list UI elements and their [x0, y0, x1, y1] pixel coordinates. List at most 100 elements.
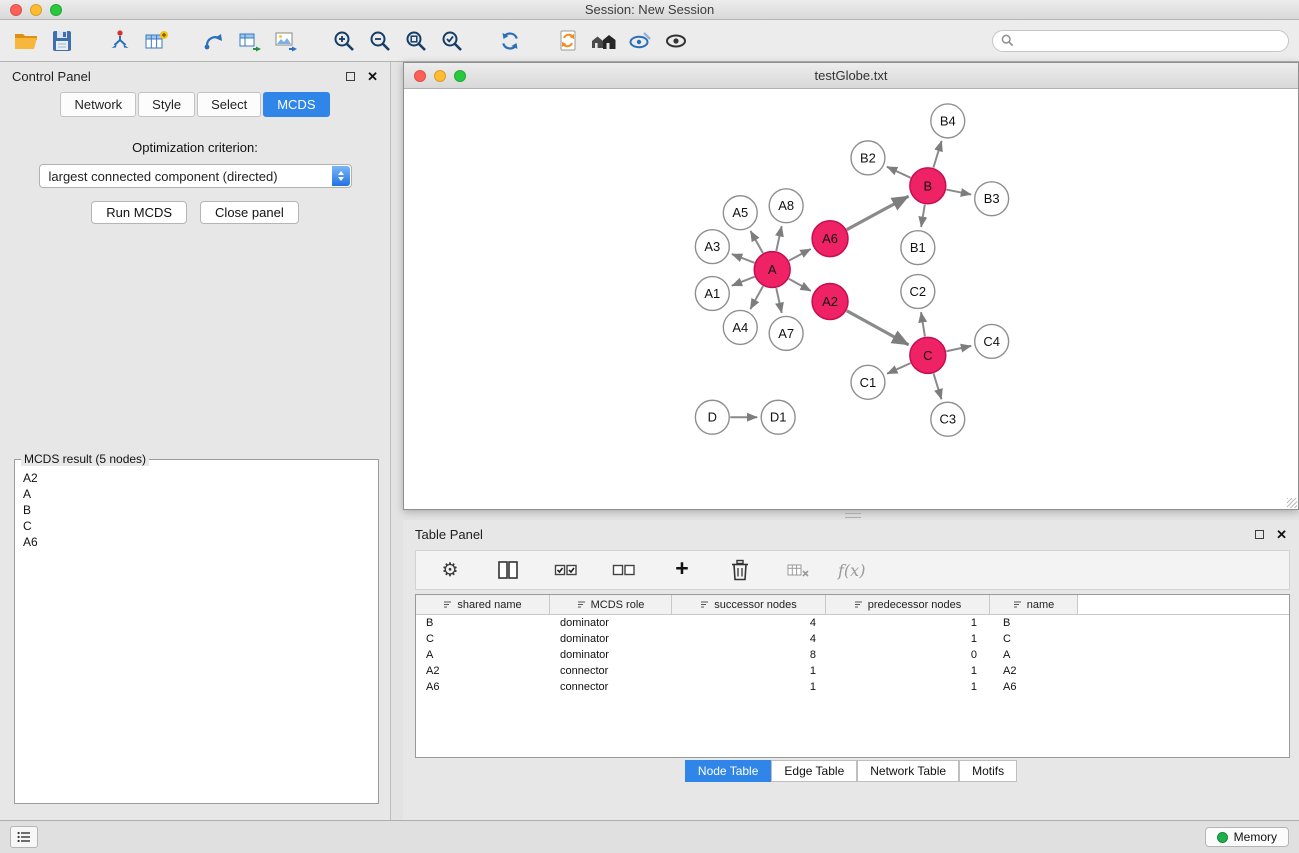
mcds-result-item[interactable]: C: [19, 518, 374, 534]
tab-motifs[interactable]: Motifs: [959, 760, 1017, 782]
graph-edge[interactable]: [921, 312, 925, 336]
delete-row-button[interactable]: [722, 552, 758, 588]
export-network-button[interactable]: [196, 23, 232, 59]
select-all-button[interactable]: [548, 552, 584, 588]
export-image-button[interactable]: [268, 23, 304, 59]
graph-node[interactable]: B2: [851, 141, 885, 175]
tab-style[interactable]: Style: [138, 92, 195, 117]
zoom-out-button[interactable]: [362, 23, 398, 59]
zoom-in-button[interactable]: [326, 23, 362, 59]
graph-node[interactable]: A1: [695, 277, 729, 311]
graph-node[interactable]: B4: [931, 104, 965, 138]
save-session-button[interactable]: [44, 23, 80, 59]
graph-edge[interactable]: [847, 311, 909, 345]
column-header-name[interactable]: name: [990, 595, 1078, 614]
graph-edge[interactable]: [934, 373, 942, 399]
show-columns-button[interactable]: [490, 552, 526, 588]
graph-edge[interactable]: [751, 231, 763, 253]
refresh-button[interactable]: [492, 23, 528, 59]
table-row[interactable]: Bdominator41B: [416, 615, 1289, 631]
table-row[interactable]: A2connector11A2: [416, 663, 1289, 679]
column-header-shared-name[interactable]: shared name: [416, 595, 550, 614]
graph-node[interactable]: A4: [723, 310, 757, 344]
graph-edge[interactable]: [732, 277, 755, 286]
graph-node[interactable]: C1: [851, 365, 885, 399]
graph-edge[interactable]: [946, 346, 971, 351]
export-table-button[interactable]: [232, 23, 268, 59]
tab-select[interactable]: Select: [197, 92, 261, 117]
import-table-button[interactable]: [138, 23, 174, 59]
float-panel-icon[interactable]: [346, 72, 355, 81]
graph-node[interactable]: B1: [901, 231, 935, 265]
graph-node[interactable]: A2: [812, 284, 848, 320]
network-canvas[interactable]: B4 B2 B B3 A5 A8 A6 B1 A3 A C2 A1 A2 A4 A7 C4 C1 C C3 D D1: [404, 89, 1298, 509]
column-header-mcds-role[interactable]: MCDS role: [550, 595, 672, 614]
search-input[interactable]: [1019, 33, 1280, 49]
graph-edge[interactable]: [887, 167, 911, 178]
column-header-predecessor-nodes[interactable]: predecessor nodes: [826, 595, 990, 614]
tab-network[interactable]: Network: [60, 92, 136, 117]
graph-edge[interactable]: [933, 141, 941, 168]
table-settings-button[interactable]: ⚙: [432, 552, 468, 588]
graph-node[interactable]: A3: [695, 230, 729, 264]
graph-node[interactable]: A5: [723, 196, 757, 230]
delete-table-button[interactable]: [780, 552, 816, 588]
column-header-successor-nodes[interactable]: successor nodes: [672, 595, 826, 614]
home-button[interactable]: [586, 23, 622, 59]
graph-node[interactable]: C: [910, 337, 946, 373]
graph-node[interactable]: C2: [901, 275, 935, 309]
graph-edge[interactable]: [789, 279, 811, 291]
close-panel-button[interactable]: Close panel: [200, 201, 299, 224]
zoom-fit-button[interactable]: [398, 23, 434, 59]
tab-network-table[interactable]: Network Table: [857, 760, 959, 782]
graph-edge[interactable]: [789, 249, 811, 261]
mcds-result-item[interactable]: A: [19, 486, 374, 502]
mcds-result-item[interactable]: A2: [19, 470, 374, 486]
deselect-all-button[interactable]: [606, 552, 642, 588]
birdseye-view-button[interactable]: [658, 23, 694, 59]
import-network-button[interactable]: [102, 23, 138, 59]
add-row-button[interactable]: +: [664, 552, 700, 588]
graph-node[interactable]: A7: [769, 316, 803, 350]
table-close-panel-icon[interactable]: ✕: [1276, 528, 1287, 541]
tab-node-table[interactable]: Node Table: [685, 760, 772, 782]
mcds-result-item[interactable]: A6: [19, 534, 374, 550]
graph-edge[interactable]: [776, 226, 781, 251]
graph-node[interactable]: C4: [975, 324, 1009, 358]
memory-button[interactable]: Memory: [1205, 827, 1289, 847]
tab-mcds[interactable]: MCDS: [263, 92, 329, 117]
graph-node[interactable]: B3: [975, 182, 1009, 216]
graphics-details-button[interactable]: [622, 23, 658, 59]
graph-node[interactable]: A: [754, 252, 790, 288]
graph-edge[interactable]: [946, 190, 971, 195]
table-float-panel-icon[interactable]: [1255, 530, 1264, 539]
export-document-button[interactable]: [550, 23, 586, 59]
run-mcds-button[interactable]: Run MCDS: [91, 201, 187, 224]
splitter-handle[interactable]: [845, 513, 861, 518]
graph-edge[interactable]: [776, 288, 781, 313]
graph-node[interactable]: A6: [812, 221, 848, 257]
graph-node[interactable]: B: [910, 168, 946, 204]
graph-edge[interactable]: [921, 205, 925, 227]
close-panel-icon[interactable]: ✕: [367, 70, 378, 83]
graph-edge[interactable]: [750, 286, 763, 309]
graph-node[interactable]: A8: [769, 189, 803, 223]
graph-edge[interactable]: [732, 254, 755, 263]
zoom-selected-button[interactable]: [434, 23, 470, 59]
graph-node[interactable]: C3: [931, 402, 965, 436]
graph-edge[interactable]: [847, 196, 909, 229]
open-session-button[interactable]: [8, 23, 44, 59]
mcds-result-item[interactable]: B: [19, 502, 374, 518]
export-document-icon: [555, 28, 581, 54]
optimization-criterion-select[interactable]: largest connected component (directed): [39, 164, 352, 188]
resize-grip[interactable]: [1287, 498, 1297, 508]
table-row[interactable]: A6connector11A6: [416, 679, 1289, 695]
function-builder-label[interactable]: f(x): [838, 561, 865, 580]
table-row[interactable]: Cdominator41C: [416, 631, 1289, 647]
graph-edge[interactable]: [887, 363, 910, 374]
tab-edge-table[interactable]: Edge Table: [771, 760, 857, 782]
graph-node[interactable]: D1: [761, 400, 795, 434]
show-panels-button[interactable]: [10, 826, 38, 848]
table-row[interactable]: Adominator80A: [416, 647, 1289, 663]
graph-node[interactable]: D: [695, 400, 729, 434]
